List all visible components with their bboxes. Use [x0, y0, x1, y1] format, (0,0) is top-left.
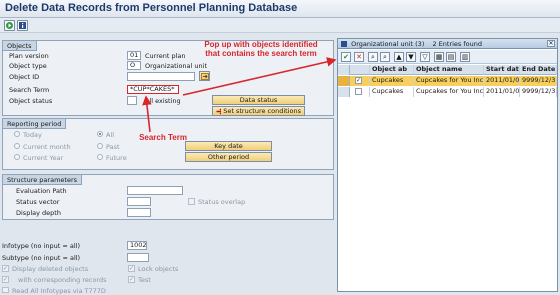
row-checkbox-cell: [350, 87, 370, 97]
row-checkbox-cell: ✓: [350, 76, 370, 86]
row-checkbox[interactable]: [355, 88, 362, 95]
table-row[interactable]: ✓ Cupcakes Cupcakes for You Inc. 2011/01…: [338, 76, 557, 86]
column-header-object-name[interactable]: Object name: [414, 65, 484, 75]
cell-start-date: 2011/01/01: [484, 76, 520, 86]
column-header-start-date[interactable]: Start date: [484, 65, 520, 75]
cancel-icon[interactable]: ✕: [354, 52, 364, 62]
column-header-object-abbr[interactable]: Object ab: [370, 65, 414, 75]
cell-object-abbr: Cupcakes: [370, 87, 414, 97]
find-next-icon[interactable]: ⌕: [380, 52, 390, 62]
arrow-to-popup: [182, 57, 337, 96]
layout-icon[interactable]: ▥: [460, 52, 470, 62]
popup-title: Organizational unit (3): [351, 40, 425, 48]
popup-title-bar: Organizational unit (3) 2 Entries found …: [338, 39, 557, 49]
cell-object-abbr: Cupcakes: [370, 76, 414, 86]
sort-descending-icon[interactable]: ▼: [406, 52, 416, 62]
column-header-end-date[interactable]: End Date: [520, 65, 557, 75]
org-unit-icon: [341, 41, 347, 47]
table-row[interactable]: Cupcakes Cupcakes for You Inc. 2011/01/0…: [338, 87, 557, 97]
confirm-icon[interactable]: ✔: [341, 52, 351, 62]
cell-object-name: Cupcakes for You Inc.: [416, 87, 484, 97]
table-header-row: Object ab Object name Start date End Dat…: [338, 65, 557, 75]
select-all-icon[interactable]: ▦: [434, 52, 444, 62]
cell-start-date: 2011/01/01: [486, 87, 520, 97]
row-selector[interactable]: [338, 87, 350, 97]
row-selector[interactable]: [338, 76, 350, 86]
search-results-popup: Organizational unit (3) 2 Entries found …: [337, 38, 558, 292]
popup-entries-found: 2 Entries found: [432, 40, 482, 48]
cell-end-date: 9999/12/31: [520, 76, 557, 86]
cell-end-date: 9999/12/31: [522, 87, 557, 97]
checkbox-column-header: [350, 65, 370, 75]
select-all-cell[interactable]: [338, 65, 350, 75]
sort-ascending-icon[interactable]: ▲: [394, 52, 404, 62]
find-icon[interactable]: ⌕: [368, 52, 378, 62]
cell-object-name: Cupcakes for You Inc.: [414, 76, 484, 86]
deselect-all-icon[interactable]: ▤: [446, 52, 456, 62]
close-icon[interactable]: ✕: [547, 40, 555, 47]
filter-icon[interactable]: ▽: [420, 52, 430, 62]
popup-toolbar: ✔ ✕ ⌕ ⌕ ▲ ▼ ▽ ▦ ▤ ▥: [338, 50, 557, 64]
row-checkbox[interactable]: ✓: [355, 77, 362, 84]
arrow-to-search-term: [142, 95, 152, 133]
